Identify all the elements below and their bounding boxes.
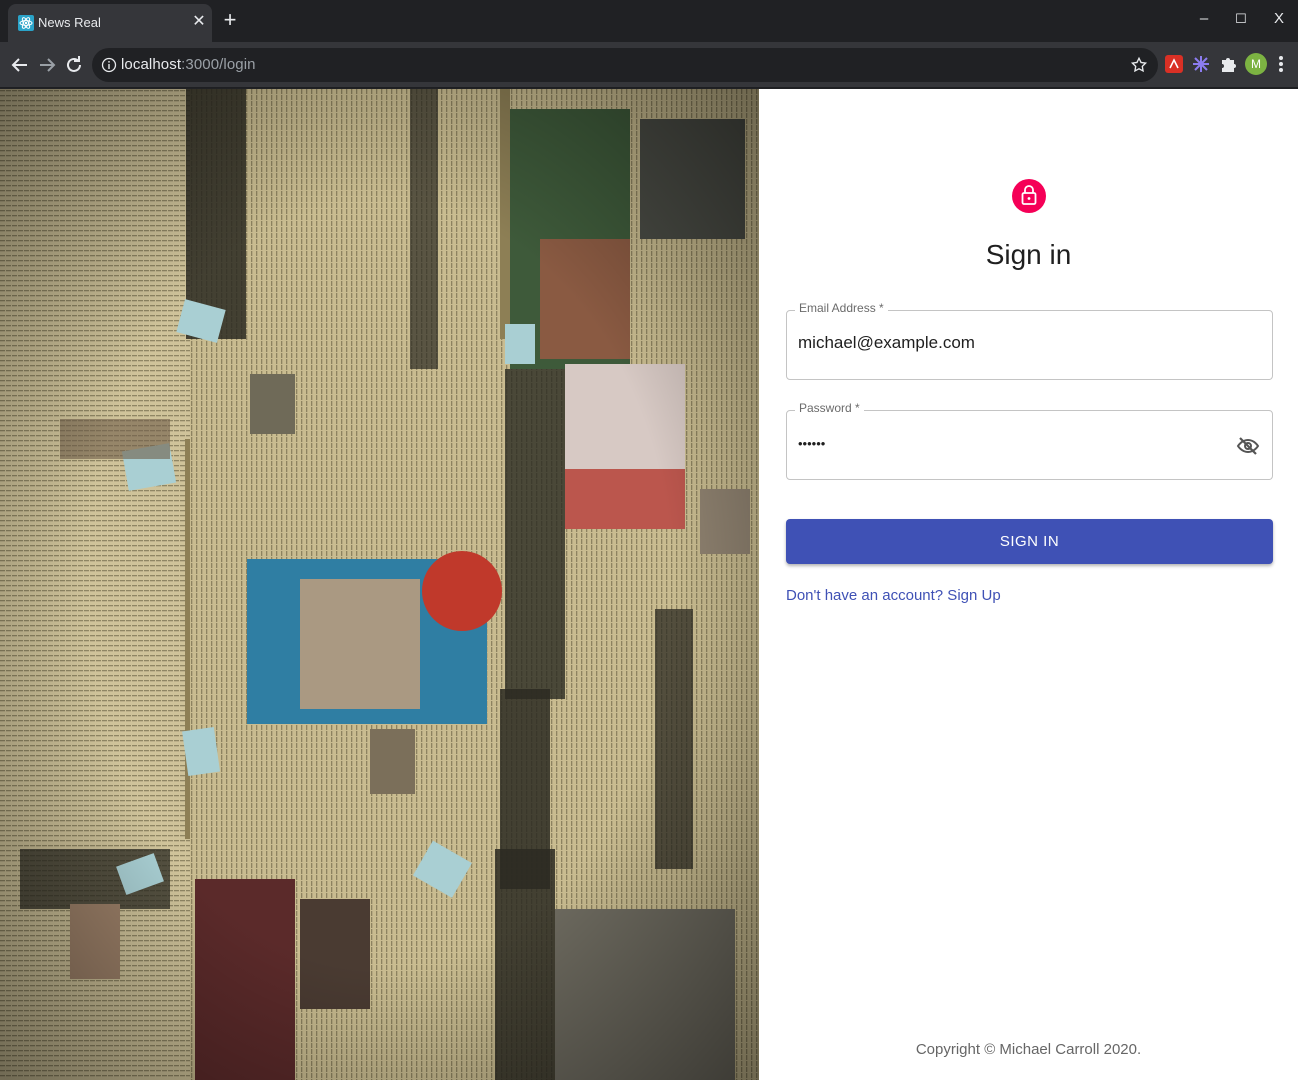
maximize-window-button[interactable]: ☐ (1223, 6, 1259, 32)
url-path: :3000/login (181, 56, 256, 73)
profile-avatar[interactable]: M (1245, 53, 1267, 75)
sign-up-link[interactable]: Don't have an account? Sign Up (786, 587, 1001, 604)
info-icon[interactable] (101, 57, 117, 73)
visibility-off-icon[interactable] (1236, 434, 1260, 458)
puzzle-icon[interactable] (1218, 54, 1238, 74)
kebab-menu-icon[interactable] (1273, 52, 1289, 76)
lock-icon (1021, 185, 1037, 205)
react-icon (18, 15, 34, 31)
close-window-button[interactable]: X (1261, 6, 1297, 32)
newspaper-collage-image (0, 89, 759, 1080)
sign-in-button[interactable]: SIGN IN (786, 519, 1273, 564)
browser-tabbar: News Real ✕ + – ☐ X (0, 0, 1298, 42)
email-input[interactable] (798, 333, 1218, 353)
lock-avatar (1012, 179, 1046, 213)
back-arrow-icon[interactable] (8, 53, 32, 77)
minimize-window-button[interactable]: – (1186, 6, 1222, 32)
page-title: Sign in (985, 239, 1072, 270)
newspaper-collage-graphic (0, 89, 759, 1080)
new-tab-plus-icon[interactable]: + (218, 8, 242, 32)
copyright-text: Copyright © Michael Carroll 2020. (915, 1041, 1142, 1058)
address-bar[interactable]: localhost:3000/login (92, 48, 1158, 82)
page-content: Sign in Email Address * Password * SIGN … (0, 89, 1298, 1080)
browser-tab[interactable]: News Real ✕ (8, 4, 212, 42)
url-text[interactable]: localhost:3000/login (121, 56, 256, 73)
url-host: localhost (121, 56, 182, 73)
password-input[interactable] (798, 436, 1218, 451)
reload-icon[interactable] (62, 53, 86, 77)
password-label: Password * (795, 401, 864, 415)
star-icon[interactable] (1130, 56, 1148, 74)
tab-title: News Real (38, 15, 101, 30)
extension-snowflake-icon[interactable] (1191, 54, 1211, 74)
password-field[interactable]: Password * (786, 401, 1273, 480)
extension-red-icon[interactable] (1164, 54, 1184, 74)
forward-arrow-icon[interactable] (35, 53, 59, 77)
signin-panel: Sign in Email Address * Password * SIGN … (759, 89, 1298, 1080)
browser-toolbar: localhost:3000/login M (0, 42, 1298, 88)
email-field[interactable]: Email Address * (786, 301, 1273, 380)
email-label: Email Address * (795, 301, 888, 315)
close-tab-icon[interactable]: ✕ (191, 12, 207, 32)
